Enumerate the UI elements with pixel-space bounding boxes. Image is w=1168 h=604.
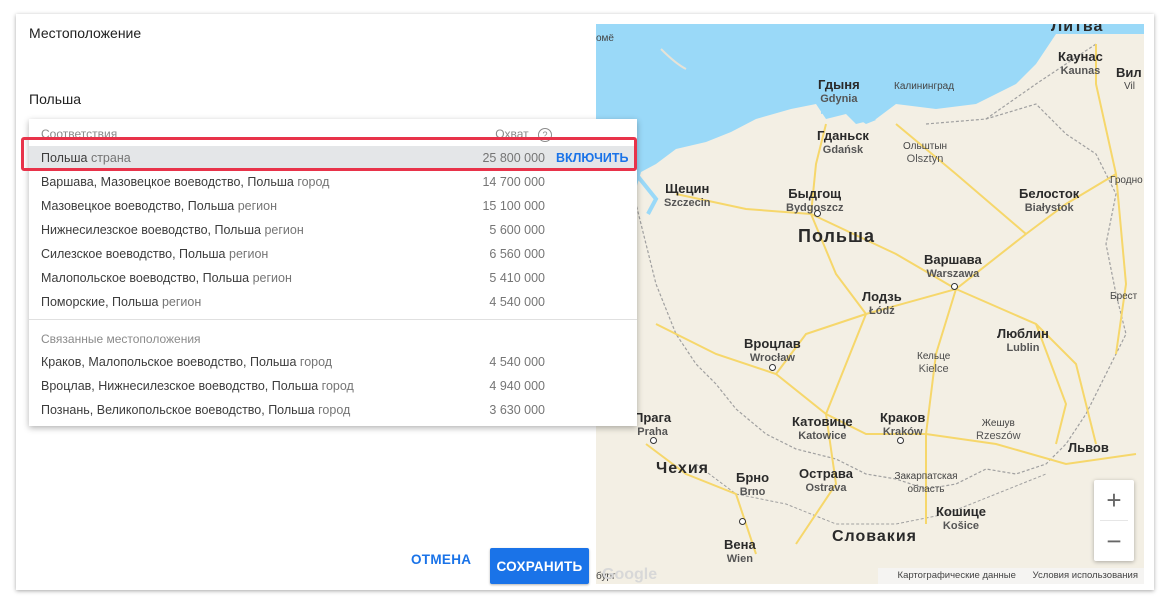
map-label-partial: Вил <box>1116 65 1142 80</box>
map-city-lublin: Люблин Lublin <box>997 326 1049 354</box>
map-marker-wroclaw <box>769 364 776 371</box>
map-label-partial: Vil <box>1124 81 1135 92</box>
map-marker-brno <box>739 518 746 525</box>
match-name: Силезское воеводство, Польша регион <box>41 247 269 261</box>
related-reach: 4 940 000 <box>489 379 545 393</box>
map-city-vienna: Вена Wien <box>724 537 756 565</box>
match-row[interactable]: Поморские, Польша регион 4 540 000 <box>29 290 637 314</box>
map-country-poland: Польша <box>798 226 875 246</box>
map-view[interactable]: омё Литва Каунас Kaunas Вил Vil Гдыня Gdyn… <box>596 24 1144 584</box>
match-row[interactable]: Силезское воеводство, Польша регион 6 56… <box>29 242 637 266</box>
related-reach: 3 630 000 <box>489 403 545 417</box>
map-city-szczecin: Щецин Szczecin <box>664 181 711 209</box>
google-logo: Google <box>602 566 658 583</box>
map-city-rzeszow: Жешув Rzeszów <box>976 418 1021 442</box>
match-row[interactable]: Мазовецкое воеводство, Польша регион 15 … <box>29 194 637 218</box>
matches-header: Соответствия Охват ? <box>41 127 552 142</box>
related-row[interactable]: Познань, Великопольское воеводство, Поль… <box>29 398 637 422</box>
zoom-out-button[interactable]: − <box>1094 521 1134 561</box>
map-city-warsaw: Варшава Warszawa <box>924 252 982 280</box>
map-city-brest: Брест <box>1110 291 1138 302</box>
map-city-kosice: Кошице Košice <box>936 504 986 532</box>
map-city-brno: Брно Brno <box>736 470 770 498</box>
match-reach: 4 540 000 <box>489 295 545 309</box>
map-city-olsztyn: Ольштын Olsztyn <box>903 141 948 165</box>
match-reach: 15 100 000 <box>482 199 545 213</box>
map-attribution: Картографические данные Условия использо… <box>877 568 1144 584</box>
map-city-gdansk: Гданьск Gdańsk <box>817 128 869 156</box>
location-search-input[interactable]: Польша <box>29 91 81 107</box>
map-city-kaunas: Каунас Kaunas <box>1058 49 1103 77</box>
related-name: Познань, Великопольское воеводство, Поль… <box>41 403 351 417</box>
dropdown-divider <box>29 319 637 320</box>
related-name: Краков, Малопольское воеводство, Польша … <box>41 355 333 369</box>
map-city-lviv: Львов <box>1068 440 1109 455</box>
match-reach: 25 800 000 <box>482 151 545 165</box>
match-name: Нижнесилезское воеводство, Польша регион <box>41 223 304 237</box>
match-name: Поморские, Польша регион <box>41 295 202 309</box>
matches-header-label: Соответствия <box>41 127 118 141</box>
related-row[interactable]: Краков, Малопольское воеводство, Польша … <box>29 350 637 374</box>
match-name: Малопольское воеводство, Польша регион <box>41 271 292 285</box>
match-name: Польша страна <box>41 151 131 165</box>
map-region-zakarpattia: Закарпатская область <box>894 471 958 495</box>
help-icon[interactable]: ? <box>538 127 552 142</box>
map-marker-prague <box>650 437 657 444</box>
map-city-katowice: Катовице Katowice <box>792 414 853 442</box>
related-row[interactable]: Вроцлав, Нижнесилезское воеводство, Поль… <box>29 374 637 398</box>
map-country-slovakia: Словакия <box>832 528 917 545</box>
related-reach: 4 540 000 <box>489 355 545 369</box>
match-row[interactable]: Польша страна 25 800 000 ВКЛЮЧИТЬ <box>29 146 637 170</box>
zoom-in-button[interactable]: + <box>1094 480 1134 520</box>
map-country-lithuania: Литва <box>1051 24 1104 35</box>
location-dialog: Местоположение Польша Соответствия Охват… <box>16 14 1154 590</box>
location-label: Местоположение <box>29 25 142 41</box>
map-city-wroclaw: Вроцлав Wrocław <box>744 336 801 364</box>
related-locations-header: Связанные местоположения <box>41 332 201 346</box>
match-reach: 5 600 000 <box>489 223 545 237</box>
map-city-kaliningrad: Калининград <box>894 81 955 92</box>
match-row[interactable]: Малопольское воеводство, Польша регион 5… <box>29 266 637 290</box>
match-name: Мазовецкое воеводство, Польша регион <box>41 199 277 213</box>
reach-header: Охват ? <box>495 127 552 142</box>
map-city-bialystok: Белосток Białystok <box>1019 186 1080 214</box>
match-reach: 14 700 000 <box>482 175 545 189</box>
match-name: Варшава, Мазовецкое воеводство, Польша г… <box>41 175 330 189</box>
related-name: Вроцлав, Нижнесилезское воеводство, Поль… <box>41 379 354 393</box>
terms-link[interactable]: Условия использования <box>1033 570 1138 581</box>
map-city-ostrava: Острава Ostrava <box>799 466 853 494</box>
map-city-kielce: Кельце Kielce <box>917 351 951 375</box>
include-button[interactable]: ВКЛЮЧИТЬ <box>556 151 629 165</box>
map-marker-warsaw <box>951 283 958 290</box>
map-city-krakow: Краков Kraków <box>880 410 926 438</box>
map-zoom-controls: + − <box>1094 480 1134 561</box>
map-city-lodz: Лодзь Łódź <box>862 289 902 317</box>
map-city-gdynia: Гдыня Gdynia <box>818 77 860 105</box>
map-data-link[interactable]: Картографические данные <box>898 570 1016 581</box>
map-marker-bydgoszcz <box>814 210 821 217</box>
match-reach: 5 410 000 <box>489 271 545 285</box>
match-row[interactable]: Варшава, Мазовецкое воеводство, Польша г… <box>29 170 637 194</box>
map-label-partial: омё <box>596 33 614 44</box>
map-country-czechia: Чехия <box>656 460 709 477</box>
map-city-prague: Прага Praha <box>634 410 672 438</box>
location-suggestions-dropdown: Соответствия Охват ? Польша страна 25 80… <box>29 119 637 426</box>
cancel-button[interactable]: ОТМЕНА <box>411 552 471 567</box>
reach-header-label: Охват <box>495 127 529 141</box>
match-reach: 6 560 000 <box>489 247 545 261</box>
map-marker-krakow <box>897 437 904 444</box>
match-row[interactable]: Нижнесилезское воеводство, Польша регион… <box>29 218 637 242</box>
map-city-grodno: Гродно <box>1110 175 1143 186</box>
szczecin-lagoon <box>634 172 659 215</box>
save-button[interactable]: СОХРАНИТЬ <box>490 548 589 584</box>
